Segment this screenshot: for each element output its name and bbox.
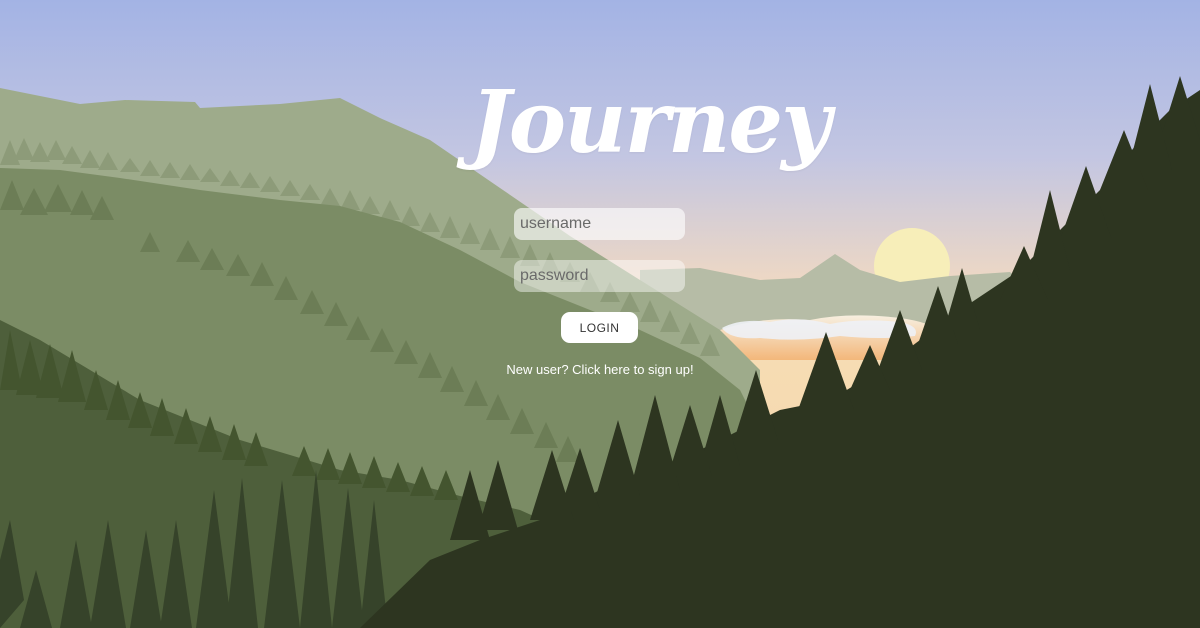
username-input[interactable] [514,208,685,240]
login-button[interactable]: LOGIN [561,312,638,343]
app-logo: Journey [470,72,831,173]
signup-link[interactable]: New user? Click here to sign up! [470,362,730,377]
password-input[interactable] [514,260,685,292]
login-panel: Journey LOGIN New user? Click here to si… [0,0,1200,628]
